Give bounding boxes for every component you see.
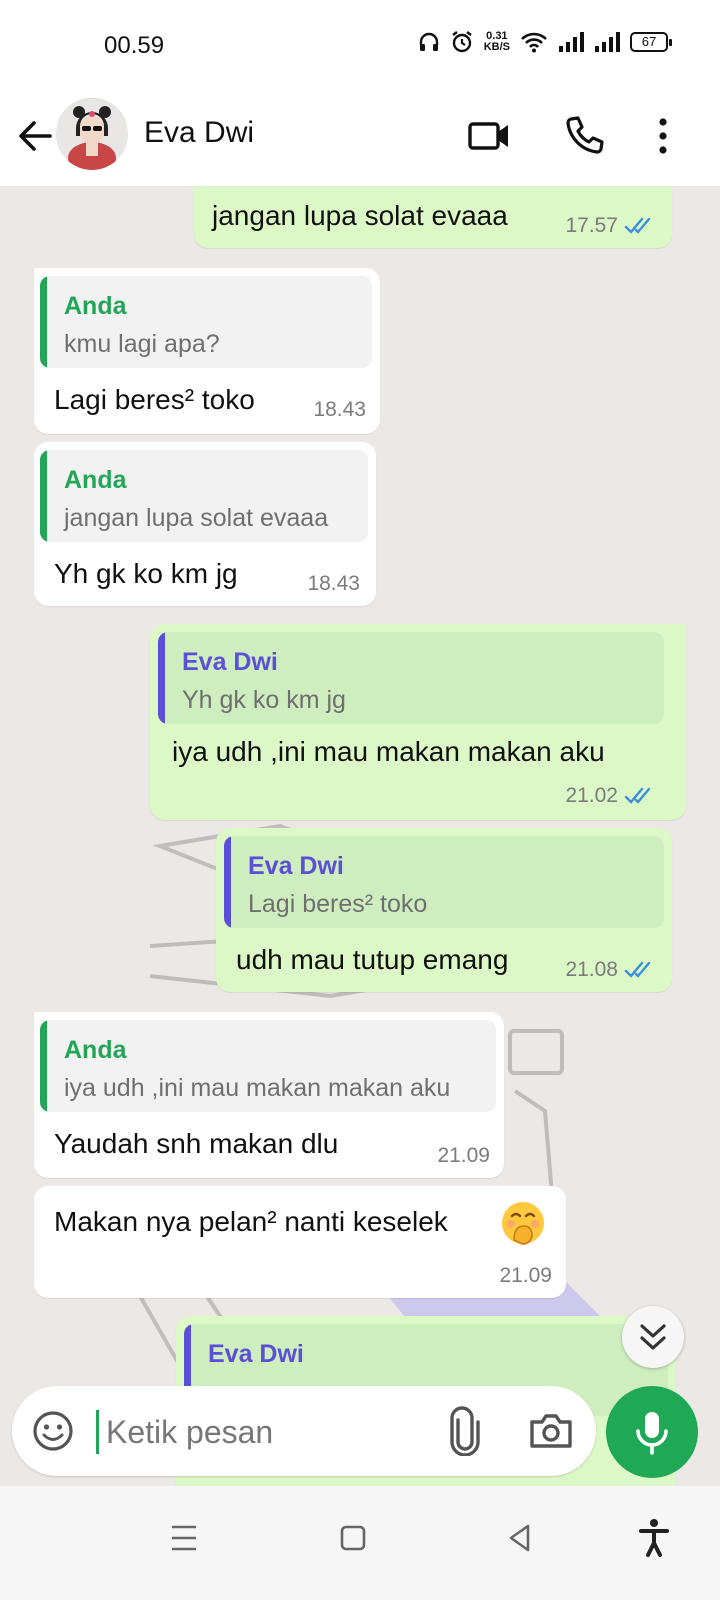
- quote-text: Yh gk ko km jg: [182, 686, 346, 714]
- message-text: iya udh ,ini mau makan makan aku: [172, 736, 605, 767]
- double-check-icon: [624, 217, 651, 234]
- quote-bar: [40, 276, 47, 368]
- double-check-icon: [624, 787, 651, 804]
- contact-name[interactable]: Eva Dwi: [144, 116, 254, 150]
- message-time: 18.43: [313, 398, 366, 421]
- quote-bar: [40, 1020, 47, 1112]
- quote-author: Anda: [64, 466, 127, 494]
- quote-text: jangan lupa solat evaaa: [64, 504, 329, 532]
- quote-text: Lagi beres² toko: [248, 890, 428, 918]
- net-speed-unit: KB/S: [483, 41, 510, 53]
- chat-area[interactable]: jangan lupa solat evaaa 17.57 Anda kmu l…: [0, 186, 720, 1486]
- message-bubble-in[interactable]: Anda iya udh ,ini mau makan makan aku Ya…: [34, 1012, 504, 1178]
- video-call-icon[interactable]: [464, 110, 516, 162]
- quote-text: kmu lagi apa?: [64, 330, 220, 358]
- message-time: 21.02: [565, 784, 618, 807]
- quoted-message[interactable]: Eva Dwi Yh gk ko km jg: [158, 632, 664, 724]
- battery-icon: 67: [630, 32, 672, 52]
- back-icon[interactable]: [494, 1512, 546, 1564]
- message-time: 21.08: [565, 958, 618, 981]
- message-meta: 21.08: [565, 958, 658, 982]
- message-composer: [12, 1386, 596, 1476]
- message-bubble-out[interactable]: jangan lupa solat evaaa 17.57: [194, 186, 672, 248]
- wifi-icon: [521, 32, 547, 53]
- signal-icon: [559, 32, 584, 52]
- hand-over-mouth-emoji: [502, 1202, 544, 1245]
- quote-author: Anda: [64, 292, 127, 320]
- quoted-message[interactable]: Anda jangan lupa solat evaaa: [40, 450, 368, 542]
- message-bubble-out[interactable]: Eva Dwi Lagi beres² toko udh mau tutup e…: [216, 828, 672, 992]
- status-time: 00.59: [104, 32, 165, 59]
- system-nav-bar: [0, 1486, 720, 1600]
- scroll-to-bottom-icon[interactable]: [622, 1306, 684, 1368]
- emoji-icon[interactable]: [30, 1408, 76, 1454]
- message-bubble-out[interactable]: Eva Dwi Yh gk ko km jg iya udh ,ini mau …: [150, 624, 686, 820]
- alarm-icon: [451, 31, 472, 53]
- message-text: Makan nya pelan² nanti keselek: [54, 1206, 448, 1237]
- quote-bar: [224, 836, 231, 928]
- message-input[interactable]: [106, 1410, 436, 1454]
- home-icon[interactable]: [326, 1512, 378, 1564]
- status-bar: 00.59 0.31 KB/S 67: [0, 0, 720, 90]
- message-time: 21.09: [499, 1264, 552, 1287]
- headphones-icon: [419, 32, 438, 51]
- phone-icon[interactable]: [558, 110, 610, 162]
- quote-bar: [40, 450, 47, 542]
- message-meta: 21.02: [565, 784, 658, 808]
- message-text: Yh gk ko km jg: [54, 558, 238, 589]
- avatar[interactable]: [56, 98, 128, 170]
- quote-author: Anda: [64, 1036, 127, 1064]
- message-bubble-in[interactable]: Makan nya pelan² nanti keselek 21.09: [34, 1186, 566, 1298]
- quoted-message[interactable]: Anda kmu lagi apa?: [40, 276, 372, 368]
- message-time: 17.57: [565, 214, 618, 237]
- message-text: Yaudah snh makan dlu: [54, 1128, 339, 1159]
- more-vert-icon[interactable]: [650, 110, 702, 162]
- menu-icon[interactable]: [158, 1512, 210, 1564]
- quote-author: Eva Dwi: [182, 648, 278, 676]
- accessibility-icon[interactable]: [628, 1512, 680, 1564]
- message-time: 18.43: [307, 572, 360, 595]
- quoted-message[interactable]: Anda iya udh ,ini mau makan makan aku: [40, 1020, 496, 1112]
- avatar-image: [56, 98, 128, 170]
- net-speed: 0.31 KB/S: [484, 31, 510, 53]
- signal-icon: [595, 32, 620, 52]
- mic-button[interactable]: [606, 1386, 698, 1478]
- chat-header: Eva Dwi: [0, 90, 720, 186]
- message-text: jangan lupa solat evaaa: [212, 200, 508, 231]
- back-arrow-icon[interactable]: [14, 114, 58, 158]
- status-icons: 0.31 KB/S 67: [418, 30, 672, 54]
- message-text: udh mau tutup emang: [236, 944, 509, 975]
- message-text: Lagi beres² toko: [54, 384, 255, 415]
- double-check-icon: [624, 961, 651, 978]
- mic-icon: [636, 1412, 668, 1455]
- message-time: 21.09: [437, 1144, 490, 1167]
- text-cursor: [96, 1410, 99, 1454]
- quote-bar: [158, 632, 165, 724]
- message-bubble-in[interactable]: Anda jangan lupa solat evaaa Yh gk ko km…: [34, 442, 376, 606]
- quote-author: Eva Dwi: [208, 1340, 304, 1368]
- attach-icon[interactable]: [442, 1406, 488, 1456]
- camera-icon[interactable]: [526, 1408, 576, 1454]
- quote-text: iya udh ,ini mau makan makan aku: [64, 1074, 451, 1102]
- message-bubble-in[interactable]: Anda kmu lagi apa? Lagi beres² toko 18.4…: [34, 268, 380, 434]
- quoted-message[interactable]: Eva Dwi Lagi beres² toko: [224, 836, 664, 928]
- message-meta: 17.57: [565, 214, 658, 238]
- quote-author: Eva Dwi: [248, 852, 344, 880]
